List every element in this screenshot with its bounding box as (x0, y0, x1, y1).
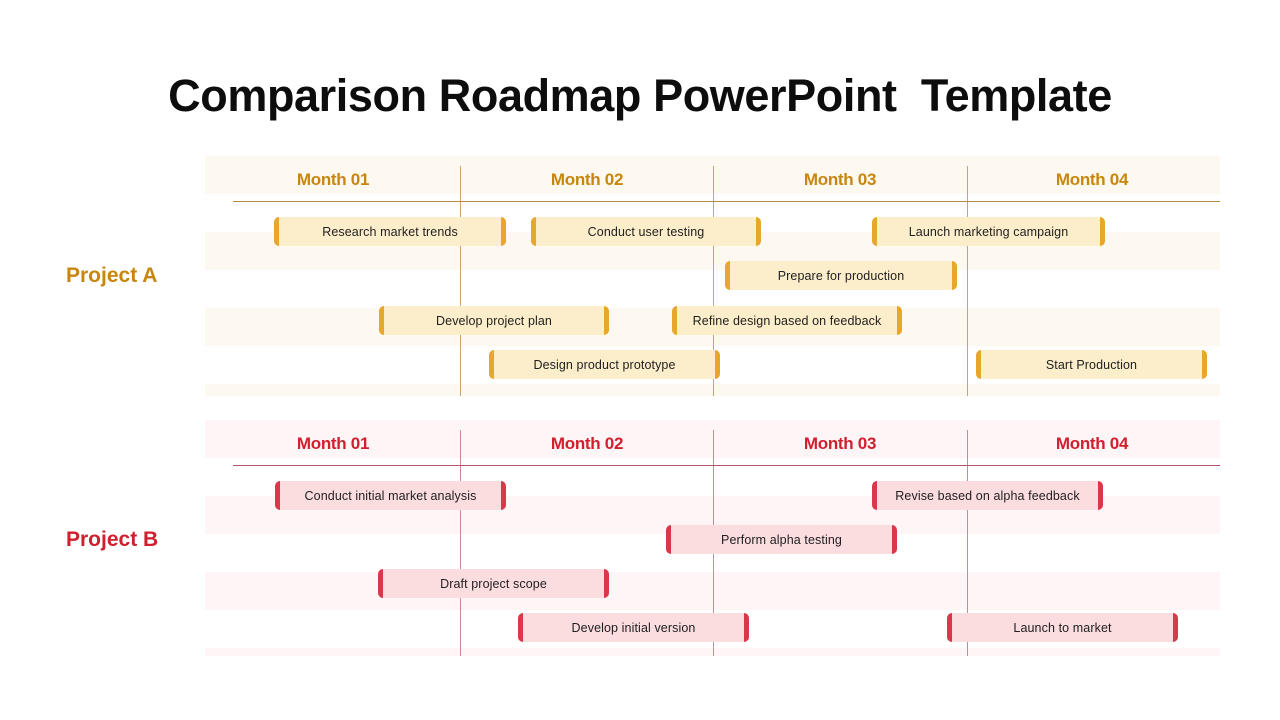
bar-cap-left (947, 613, 952, 642)
bar-cap-right (1100, 217, 1105, 246)
bar-cap-left (275, 481, 280, 510)
bar-cap-left (976, 350, 981, 379)
task-bar[interactable]: Develop project plan (379, 306, 609, 335)
task-bar-label: Develop initial version (571, 620, 696, 635)
task-bar[interactable]: Conduct initial market analysis (275, 481, 506, 510)
bar-cap-left (725, 261, 730, 290)
task-bar[interactable]: Prepare for production (725, 261, 957, 290)
task-bar-label: Conduct user testing (587, 224, 705, 239)
bar-cap-left (672, 306, 677, 335)
bar-cap-left (531, 217, 536, 246)
bar-cap-right (715, 350, 720, 379)
task-bar[interactable]: Design product prototype (489, 350, 720, 379)
task-bar-label: Refine design based on feedback (692, 313, 882, 328)
month-header-02: Month 02 (550, 170, 624, 189)
task-bar-label: Launch marketing campaign (908, 224, 1069, 239)
bar-cap-right (501, 481, 506, 510)
bar-cap-right (1202, 350, 1207, 379)
slide-root: Comparison Roadmap PowerPoint Template M… (0, 0, 1280, 720)
task-bar[interactable]: Draft project scope (378, 569, 609, 598)
task-bar-label: Start Production (1045, 357, 1138, 372)
month-header-01: Month 01 (296, 170, 370, 189)
project-b-panel: Month 01 Month 02 Month 03 Month 04 Cond… (205, 420, 1220, 656)
task-bar[interactable]: Research market trends (274, 217, 506, 246)
task-bar[interactable]: Start Production (976, 350, 1207, 379)
task-bar[interactable]: Revise based on alpha feedback (872, 481, 1103, 510)
project-a-month-header: Month 01 Month 02 Month 03 Month 04 (205, 170, 1220, 204)
month-header-03: Month 03 (803, 434, 877, 453)
bar-cap-left (378, 569, 383, 598)
month-header-03: Month 03 (803, 170, 877, 189)
task-bar-label: Prepare for production (777, 268, 905, 283)
bar-cap-right (952, 261, 957, 290)
task-bar[interactable]: Conduct user testing (531, 217, 761, 246)
task-bar[interactable]: Perform alpha testing (666, 525, 897, 554)
month-header-04: Month 04 (1055, 434, 1129, 453)
task-bar-label: Launch to market (1013, 620, 1112, 635)
bar-cap-right (604, 306, 609, 335)
task-bar-label: Revise based on alpha feedback (895, 488, 1080, 503)
task-bar[interactable]: Launch marketing campaign (872, 217, 1105, 246)
bar-cap-right (1173, 613, 1178, 642)
project-a-panel: Month 01 Month 02 Month 03 Month 04 Rese… (205, 156, 1220, 396)
bar-cap-right (501, 217, 506, 246)
bar-cap-left (489, 350, 494, 379)
project-b-label: Project B (66, 528, 159, 551)
task-bar-label: Perform alpha testing (721, 532, 842, 547)
page-title: Comparison Roadmap PowerPoint Template (168, 70, 1112, 121)
bar-cap-left (872, 217, 877, 246)
bar-cap-left (872, 481, 877, 510)
bar-cap-left (518, 613, 523, 642)
task-bar-label: Draft project scope (440, 576, 547, 591)
task-bar[interactable]: Launch to market (947, 613, 1178, 642)
task-bar-label: Develop project plan (436, 313, 552, 328)
task-bar-label: Design product prototype (533, 357, 676, 372)
project-a-label: Project A (66, 264, 158, 287)
task-bar[interactable]: Develop initial version (518, 613, 749, 642)
bar-cap-right (744, 613, 749, 642)
bar-cap-right (756, 217, 761, 246)
bar-cap-right (1098, 481, 1103, 510)
task-bar-label: Conduct initial market analysis (304, 488, 477, 503)
bar-cap-left (379, 306, 384, 335)
bar-cap-left (666, 525, 671, 554)
month-header-01: Month 01 (296, 434, 370, 453)
bar-cap-left (274, 217, 279, 246)
month-header-02: Month 02 (550, 434, 624, 453)
bar-cap-right (892, 525, 897, 554)
month-header-04: Month 04 (1055, 170, 1129, 189)
project-b-month-header: Month 01 Month 02 Month 03 Month 04 (205, 434, 1220, 468)
bar-cap-right (897, 306, 902, 335)
task-bar-label: Research market trends (322, 224, 458, 239)
bar-cap-right (604, 569, 609, 598)
task-bar[interactable]: Refine design based on feedback (672, 306, 902, 335)
